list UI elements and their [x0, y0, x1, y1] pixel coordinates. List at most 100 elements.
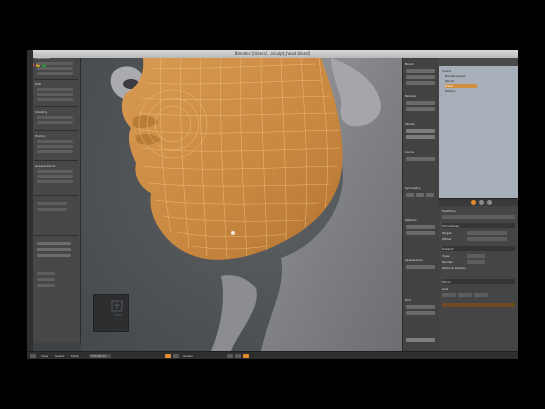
manipulator-icon[interactable]: [173, 354, 179, 358]
symmetry-header: Symmetry: [405, 186, 421, 190]
render-levels-field[interactable]: [467, 260, 485, 264]
mirror-label: Mirror: [442, 280, 451, 284]
modifier-stack-bar[interactable]: [442, 303, 515, 307]
outliner-item-selected[interactable]: Head: [445, 84, 477, 88]
axis-y-toggle[interactable]: [458, 293, 472, 297]
brush-properties-panel: Brush Texture Stroke Curve Symmetry Opti…: [402, 58, 438, 351]
symmetry-z-toggle[interactable]: [426, 193, 434, 197]
symmetry-y-toggle[interactable]: [416, 193, 424, 197]
apply-button[interactable]: [406, 338, 435, 342]
shelf-header-shading: Shading: [35, 110, 48, 114]
autosmooth-field[interactable]: [406, 81, 435, 85]
texture-field[interactable]: [406, 107, 435, 111]
modifiers-label: Modifiers: [442, 209, 456, 213]
translate-button[interactable]: [37, 62, 73, 65]
view-levels-field[interactable]: [467, 254, 485, 258]
duplicate-button[interactable]: [37, 88, 73, 91]
operator-field[interactable]: [37, 248, 71, 251]
target-field[interactable]: [467, 231, 507, 235]
shelf-header-transform: Transform: [35, 56, 50, 60]
brush-header: Brush: [405, 62, 414, 66]
shrinkwrap-label: Shrinkwrap: [442, 224, 459, 228]
add-modifier-button[interactable]: [442, 215, 515, 219]
divider: [34, 160, 78, 161]
mesh-menu[interactable]: Mesh: [71, 354, 79, 358]
properties-header: [439, 199, 518, 206]
draw-button[interactable]: [37, 170, 73, 173]
title-bar: Blender [/Users/.../sculpt_head.blend]: [27, 50, 518, 67]
select-menu[interactable]: Select: [55, 354, 64, 358]
view-menu[interactable]: View: [41, 354, 48, 358]
scale-button[interactable]: [37, 72, 73, 75]
stroke-method[interactable]: [406, 129, 435, 133]
operator-field[interactable]: [37, 254, 71, 257]
axis-z-toggle[interactable]: [474, 293, 488, 297]
tool-field[interactable]: [406, 311, 435, 315]
curve-preset[interactable]: [406, 157, 435, 161]
orientation-select[interactable]: Global: [183, 354, 193, 358]
tool-field[interactable]: [406, 305, 435, 309]
navigation-widget[interactable]: [93, 294, 129, 332]
appearance-header: Appearance: [405, 258, 424, 262]
tool-shelf-tabs[interactable]: [27, 50, 33, 359]
subsurf-label: Subsurf: [442, 247, 454, 251]
outliner-item[interactable]: Scene: [442, 69, 451, 73]
threaded-toggle[interactable]: [406, 225, 435, 229]
offset-field[interactable]: [467, 237, 507, 241]
viewport-canvas[interactable]: [81, 58, 402, 351]
axis-label: Axis: [442, 287, 449, 291]
outliner-item[interactable]: RenderLayers: [445, 74, 466, 78]
mirror-header[interactable]: [442, 279, 515, 284]
divider: [34, 130, 78, 131]
small-button[interactable]: [37, 284, 55, 287]
undo-button[interactable]: [37, 140, 73, 143]
redo-button[interactable]: [37, 145, 73, 148]
texture-select[interactable]: [406, 101, 435, 105]
flat-button[interactable]: [37, 121, 73, 124]
smooth-button[interactable]: [37, 116, 73, 119]
target-label: Target:: [442, 231, 453, 235]
symmetry-x-toggle[interactable]: [406, 193, 414, 197]
snap-icon[interactable]: [243, 354, 249, 358]
shelf-header-edit: Edit: [35, 82, 41, 86]
screen: Blender [/Users/.../sculpt_head.blend] T…: [27, 50, 518, 359]
line-button[interactable]: [37, 175, 73, 178]
erase-button[interactable]: [37, 180, 73, 183]
layer-button[interactable]: [235, 354, 241, 358]
appearance-color[interactable]: [406, 265, 435, 269]
outliner[interactable]: Scene RenderLayers World Head Retopo: [439, 58, 518, 198]
option-field[interactable]: [37, 202, 67, 205]
pivot-icon[interactable]: [165, 354, 171, 358]
option-field[interactable]: [37, 208, 67, 211]
delete-button[interactable]: [37, 93, 73, 96]
layer-button[interactable]: [227, 354, 233, 358]
repeat-button[interactable]: [37, 150, 73, 153]
fast-nav-toggle[interactable]: [406, 231, 435, 235]
modifier-tab-icon[interactable]: [471, 200, 476, 205]
radius-field[interactable]: [406, 69, 435, 73]
object-tab-icon[interactable]: [487, 200, 492, 205]
operator-field[interactable]: [37, 242, 71, 245]
divider: [34, 195, 78, 196]
small-button[interactable]: [37, 272, 55, 275]
editor-type-button[interactable]: [30, 354, 36, 358]
offset-label: Offset:: [442, 237, 453, 241]
divider: [34, 79, 78, 80]
3d-view-header: View Select Mesh Edit Mode Global: [27, 351, 518, 359]
axis-x-toggle[interactable]: [442, 293, 456, 297]
shelf-header-grease-pencil: Grease Pencil: [35, 164, 56, 168]
nav-gizmo: [111, 300, 123, 316]
outliner-item[interactable]: World: [445, 79, 454, 83]
tool-header: Tool: [405, 298, 411, 302]
3d-viewport[interactable]: [81, 58, 402, 351]
3d-cursor[interactable]: [231, 231, 235, 235]
strength-field[interactable]: [406, 75, 435, 79]
material-tab-icon[interactable]: [479, 200, 484, 205]
outliner-item[interactable]: Retopo: [445, 89, 456, 93]
rotate-button[interactable]: [37, 67, 73, 70]
optimal-display-checkbox[interactable]: Optimal Display: [442, 266, 466, 270]
stroke-spacing[interactable]: [406, 135, 435, 139]
small-button[interactable]: [37, 278, 55, 281]
join-button[interactable]: [37, 98, 73, 101]
divider: [34, 235, 78, 236]
